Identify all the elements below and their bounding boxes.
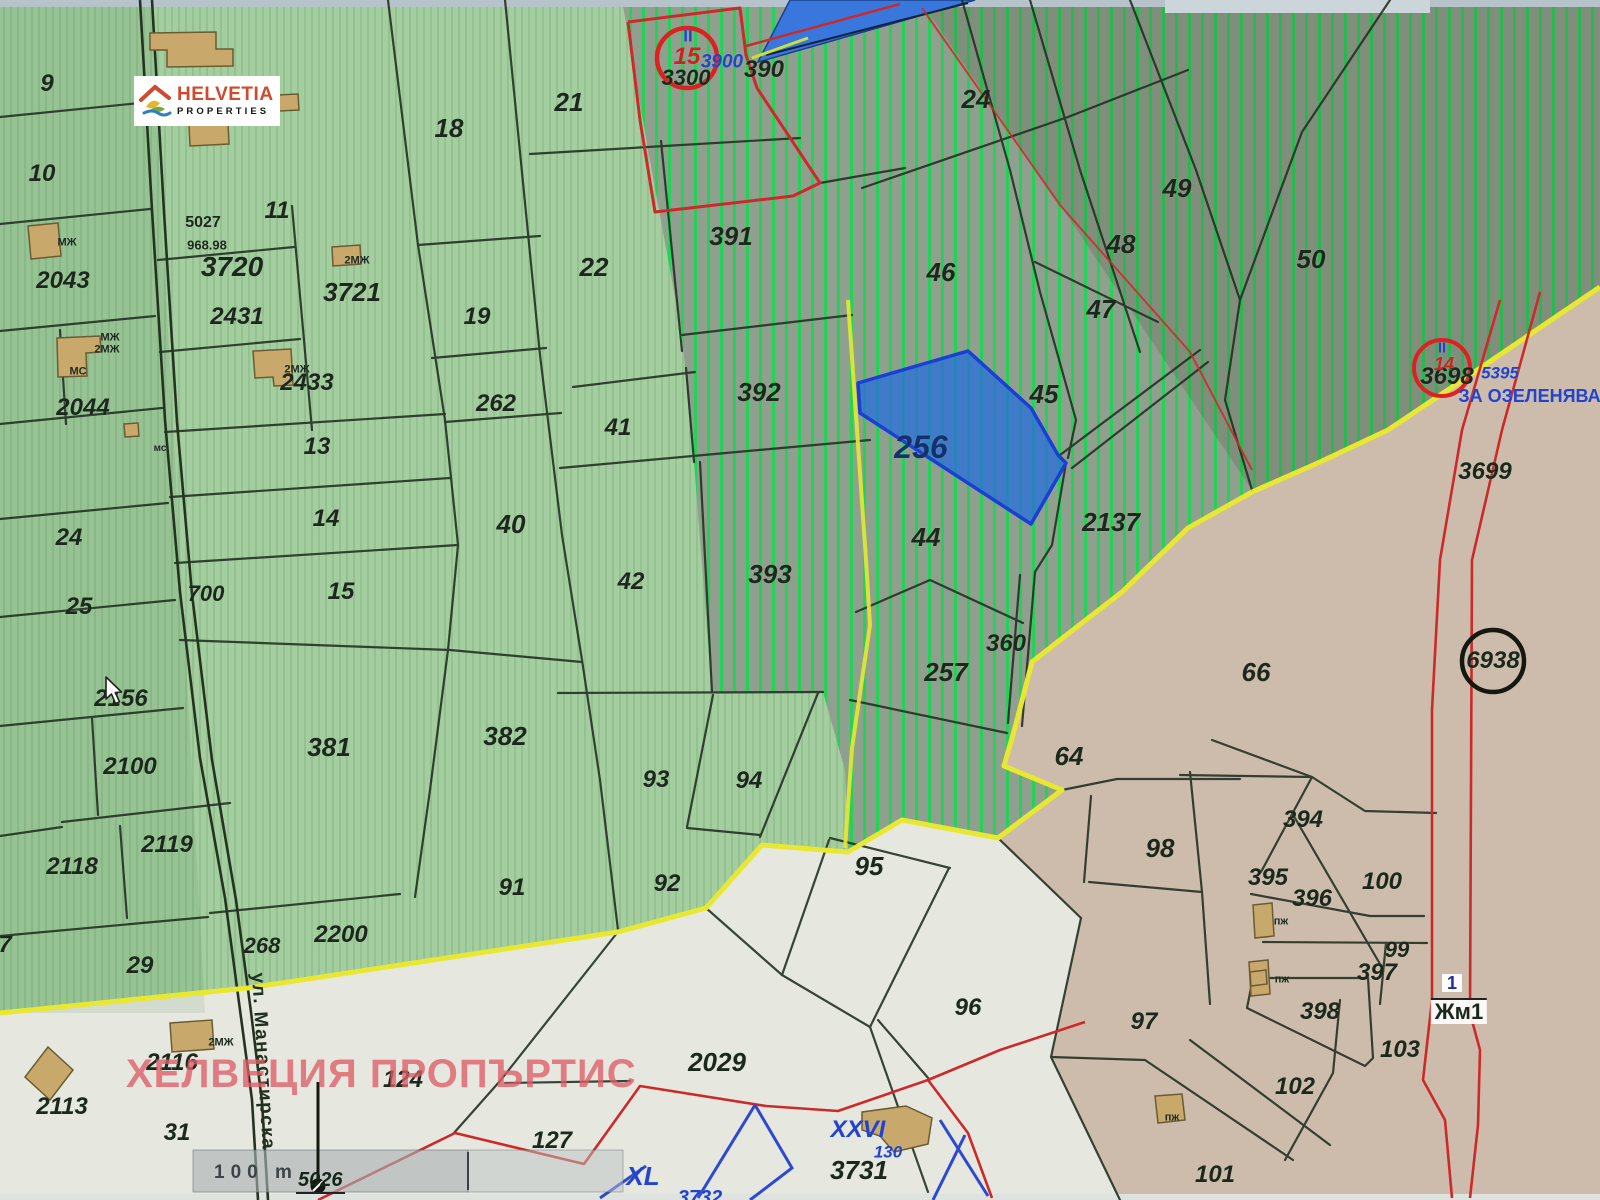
map-viewer-window: 91011182122192439146494847505027968.9837… — [0, 0, 1600, 1200]
scale-ref-label: 5026 — [296, 1169, 345, 1194]
helvetia-logo-icon — [138, 83, 174, 119]
scale-distance-label: 100 m — [214, 1162, 298, 1184]
cadastral-map-canvas[interactable] — [0, 0, 1600, 1200]
mouse-cursor — [104, 676, 130, 706]
logo-line2: PROPERTIES — [177, 107, 274, 117]
watermark-text: ХЕЛВЕЦИЯ ПРОПЪРТИС — [126, 1052, 637, 1097]
helvetia-logo[interactable]: HELVETIA PROPERTIES — [134, 76, 280, 126]
logo-line1: HELVETIA — [177, 85, 274, 104]
region-fills — [0, 0, 1600, 1200]
